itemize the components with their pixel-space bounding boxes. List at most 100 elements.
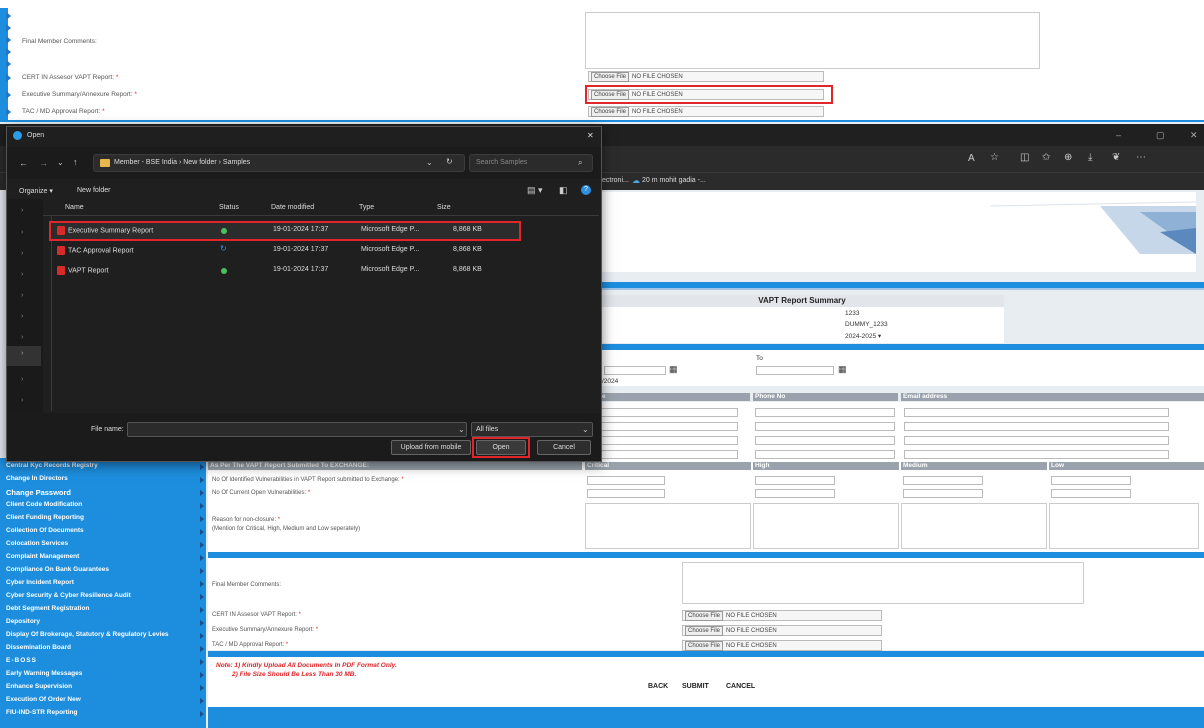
contact-input[interactable] [600,450,738,459]
chevron-right-icon[interactable]: › [21,334,23,341]
up-icon[interactable]: ↑ [73,157,78,167]
minimize-icon[interactable]: – [1116,130,1121,140]
chevron-right-icon[interactable]: › [21,229,23,236]
phone-input[interactable] [755,450,895,459]
file-type-select[interactable]: All files ⌄ [471,422,593,437]
close-icon[interactable]: ✕ [1190,130,1198,141]
submit-button[interactable]: SUBMIT [682,683,709,690]
organize-button[interactable]: Organize ▾ [19,187,53,195]
tac-file-input[interactable]: Choose File NO FILE CHOSEN [588,106,824,117]
phone-input[interactable] [755,422,895,431]
chevron-right-icon[interactable]: › [21,397,23,404]
pdf-icon [57,246,65,255]
favorite-icon[interactable]: ☆ [990,152,999,163]
col-size[interactable]: Size [437,204,451,211]
cert-file-input[interactable]: Choose File NO FILE CHOSEN [588,71,824,82]
nav-selected[interactable] [7,346,41,366]
chevron-right-icon[interactable]: › [21,250,23,257]
cert-file-input[interactable]: Choose File NO FILE CHOSEN [682,610,882,621]
address-bar[interactable]: Member - BSE India › New folder › Sample… [93,154,465,172]
identified-medium[interactable] [903,476,983,485]
bookmark-1[interactable]: ectroni... [602,177,629,184]
calendar-icon[interactable]: ▦ [669,364,678,375]
to-label: To [756,355,763,362]
file-name-input[interactable]: ⌄ [127,422,467,437]
calendar-icon[interactable]: ▦ [838,364,847,375]
reason-critical[interactable] [585,503,751,549]
chevron-right-icon[interactable]: › [21,350,23,357]
more-icon[interactable]: ⋯ [1136,152,1146,163]
file-row[interactable]: VAPT Report [57,266,109,275]
email-input[interactable] [904,436,1169,445]
cancel-button[interactable]: CANCEL [726,683,755,690]
year-select[interactable]: 2024-2025 ▾ [845,332,881,340]
col-status[interactable]: Status [219,204,239,211]
phone-input[interactable] [755,436,895,445]
identified-low[interactable] [1051,476,1131,485]
dialog-cancel-button[interactable]: Cancel [537,440,591,455]
email-input[interactable] [904,422,1169,431]
reason-medium[interactable] [901,503,1047,549]
chevron-down-icon[interactable]: ⌄ [426,158,433,167]
help-icon[interactable]: ? [581,185,591,195]
file-row[interactable]: Executive Summary Report [57,226,153,235]
email-input[interactable] [904,408,1169,417]
upload-mobile-button[interactable]: Upload from mobile [391,440,471,455]
email-input[interactable] [904,450,1169,459]
file-row[interactable]: TAC Approval Report [57,246,134,255]
col-date[interactable]: Date modified [271,204,314,211]
to-date-input[interactable] [756,366,834,375]
chevron-right-icon[interactable]: › [21,313,23,320]
exec-file-input[interactable]: Choose File NO FILE CHOSEN [682,625,882,636]
exec-file-input[interactable]: Choose File NO FILE CHOSEN [588,89,824,100]
view-icon[interactable]: ▤ ▾ [527,185,543,196]
maximize-icon[interactable]: ▢ [1156,130,1165,141]
final-comments-textarea[interactable] [585,12,1040,69]
current-critical[interactable] [587,489,665,498]
new-folder-button[interactable]: New folder [77,187,110,194]
read-aloud-icon[interactable]: A [968,153,975,164]
tac-file-input[interactable]: Choose File NO FILE CHOSEN [682,640,882,651]
open-button[interactable]: Open [476,440,526,455]
chevron-down-icon[interactable]: ⌄ [57,158,64,167]
member-name: DUMMY_1233 [845,321,888,328]
reason-label: Reason for non-closure: * [212,517,281,523]
refresh-icon[interactable]: ↻ [446,157,453,166]
from-date-input[interactable] [604,366,666,375]
search-input[interactable]: Search Samples ⌕ [469,154,593,172]
extension-icon[interactable]: ❦ [1112,152,1120,163]
col-type[interactable]: Type [359,204,374,211]
favorites-icon[interactable]: ✩ [1042,152,1050,163]
cert-label: CERT IN Assesor VAPT Report: * [22,74,119,81]
reason-low[interactable] [1049,503,1199,549]
contact-input[interactable] [600,436,738,445]
current-medium[interactable] [903,489,983,498]
chevron-down-icon[interactable]: ⌄ [582,425,589,434]
contact-input[interactable] [600,422,738,431]
chevron-right-icon[interactable]: › [21,292,23,299]
download-icon[interactable]: ⤓ [1088,152,1092,163]
final-comments-textarea[interactable] [682,562,1084,604]
phone-input[interactable] [755,408,895,417]
close-icon[interactable]: ✕ [587,131,594,140]
collections-icon[interactable]: ⊕ [1064,152,1072,163]
back-button[interactable]: BACK [648,683,668,690]
arrow-icon [6,24,11,32]
current-high[interactable] [755,489,835,498]
forward-icon[interactable]: → [39,158,48,168]
col-name[interactable]: Name [65,204,84,211]
back-icon[interactable]: ← [19,158,28,168]
identified-high[interactable] [755,476,835,485]
split-screen-icon[interactable]: ◫ [1020,152,1029,163]
contact-input[interactable] [600,408,738,417]
chevron-down-icon[interactable]: ⌄ [458,425,465,434]
arrow-icon [200,594,204,600]
preview-pane-icon[interactable]: ◧ [559,185,568,196]
bookmark-2[interactable]: 20 m mohit gadia -... [642,177,706,184]
chevron-right-icon[interactable]: › [21,376,23,383]
chevron-right-icon[interactable]: › [21,207,23,214]
reason-high[interactable] [753,503,899,549]
current-low[interactable] [1051,489,1131,498]
chevron-right-icon[interactable]: › [21,271,23,278]
identified-critical[interactable] [587,476,665,485]
